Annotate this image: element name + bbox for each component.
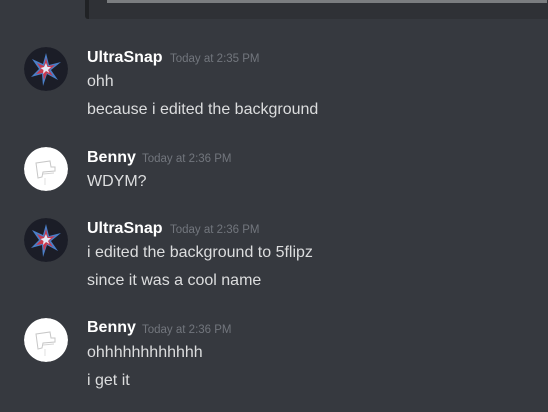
embed-preview: [85, 0, 548, 19]
avatar[interactable]: [24, 47, 68, 91]
ultrasnap-avatar-icon: [24, 218, 68, 262]
timestamp: Today at 2:36 PM: [142, 324, 232, 336]
benny-avatar-icon: [24, 318, 68, 362]
chat-view: UltraSnap Today at 2:35 PM ohh because i…: [0, 0, 548, 412]
message-text: WDYM?: [87, 173, 147, 190]
ultrasnap-avatar-icon: [24, 47, 68, 91]
message-text: because i edited the background: [87, 101, 319, 118]
username[interactable]: Benny: [87, 318, 136, 338]
username[interactable]: UltraSnap: [87, 48, 163, 68]
message-text: i edited the background to 5flipz: [87, 244, 313, 261]
message-text: ohhhhhhhhhhhh: [87, 344, 203, 361]
avatar[interactable]: [24, 218, 68, 262]
avatar[interactable]: [24, 147, 68, 191]
timestamp: Today at 2:35 PM: [170, 53, 260, 65]
timestamp: Today at 2:36 PM: [170, 224, 260, 236]
benny-avatar-icon: [24, 147, 68, 191]
username[interactable]: UltraSnap: [87, 219, 163, 239]
message-text: i get it: [87, 372, 130, 389]
timestamp: Today at 2:36 PM: [142, 153, 232, 165]
username[interactable]: Benny: [87, 148, 136, 168]
avatar[interactable]: [24, 318, 68, 362]
message-text: since it was a cool name: [87, 272, 262, 289]
embed-image[interactable]: [107, 0, 547, 3]
message-text: ohh: [87, 73, 114, 90]
